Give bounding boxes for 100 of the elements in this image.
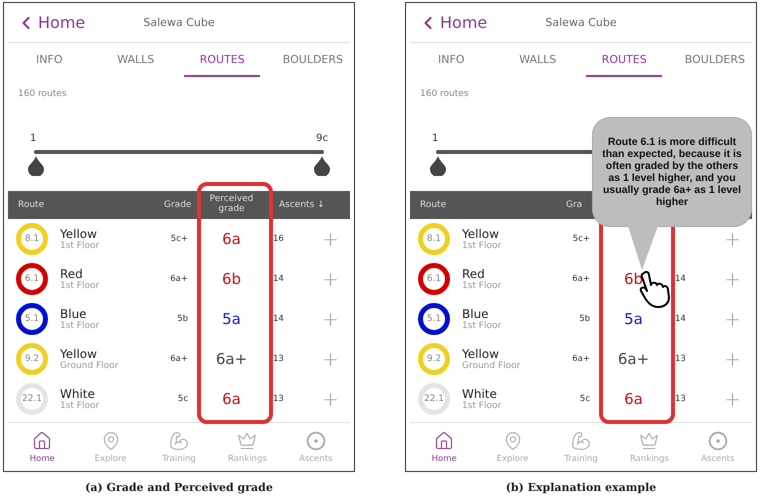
route-name: Yellow — [60, 347, 98, 361]
grade-value: 6a+ — [170, 354, 189, 364]
route-badge: 6.1 — [16, 263, 48, 295]
column-header: Gra — [566, 200, 584, 210]
route-floor: 1st Floor — [60, 241, 100, 251]
range-min-label: 1 — [30, 133, 36, 144]
slider-handle-icon[interactable] — [430, 156, 446, 176]
tab[interactable]: ROUTES — [184, 43, 260, 77]
sort-header[interactable]: Ascents ↓ — [277, 195, 327, 215]
tab[interactable]: INFO — [11, 43, 88, 77]
route-name: White — [462, 387, 498, 401]
route-floor: 1st Floor — [60, 401, 100, 411]
route-badge: 8.1 — [16, 223, 48, 255]
route-floor: 1st Floor — [462, 401, 502, 411]
add-button[interactable]: + — [720, 347, 745, 371]
slider-handle-icon[interactable] — [28, 156, 44, 176]
ascent-count: 14 — [272, 274, 284, 284]
grade-value: 6a+ — [572, 274, 591, 284]
route-name: Yellow — [462, 347, 500, 361]
route-floor: 1st Floor — [462, 241, 502, 251]
range-max-label: 9c — [316, 133, 328, 144]
home-icon — [434, 430, 454, 450]
ascent-count: 13 — [272, 394, 284, 404]
route-badge: 9.2 — [16, 343, 48, 375]
nav-item[interactable]: Ascents — [686, 430, 749, 464]
tab[interactable]: WALLS — [500, 43, 576, 77]
target-icon — [708, 430, 728, 450]
nav-item[interactable]: Home — [11, 430, 74, 464]
add-button[interactable]: + — [720, 267, 745, 291]
crown-icon — [639, 430, 660, 450]
grade-value: 6a+ — [170, 274, 189, 284]
grade-value: 5c — [580, 394, 591, 404]
figure-caption: (a) Grade and Perceived grade — [85, 481, 273, 494]
add-button[interactable]: + — [318, 387, 343, 411]
ascent-count: 14 — [272, 314, 284, 324]
ascent-count: 14 — [674, 274, 686, 284]
route-name: Blue — [60, 307, 88, 321]
nav-item[interactable]: Ascents — [284, 430, 347, 464]
grade-value: 5c+ — [572, 234, 591, 244]
column-header: Route — [17, 200, 44, 210]
ascent-count: 13 — [674, 394, 686, 404]
nav-item[interactable]: Rankings — [618, 430, 680, 464]
figure-caption: (b) Explanation example — [506, 481, 656, 494]
nav-item[interactable]: Rankings — [216, 430, 278, 464]
route-name: Red — [462, 267, 486, 281]
route-badge: 8.1 — [418, 223, 450, 255]
nav-item[interactable]: Home — [413, 430, 476, 464]
tooltip-pointer-icon — [628, 226, 658, 270]
range-min-label: 1 — [432, 133, 438, 144]
perceived-grade: 6a+ — [216, 350, 248, 368]
ascent-count: 16 — [272, 234, 284, 244]
back-button[interactable]: Home — [410, 12, 488, 32]
route-floor: 1st Floor — [462, 321, 502, 331]
route-name: Red — [60, 267, 84, 281]
add-button[interactable]: + — [318, 347, 343, 371]
flexed-arm-icon — [168, 430, 189, 450]
flexed-arm-icon — [570, 430, 591, 450]
route-floor: Ground Floor — [60, 361, 120, 371]
tab[interactable]: WALLS — [98, 43, 174, 77]
route-badge: 6.1 — [418, 263, 450, 295]
route-badge: 5.1 — [418, 303, 450, 335]
add-button[interactable]: + — [318, 307, 343, 331]
perceived-grade: 6a — [222, 390, 241, 408]
nav-item[interactable]: Training — [550, 430, 612, 464]
route-name: White — [60, 387, 96, 401]
tab[interactable]: INFO — [413, 43, 490, 77]
grade-value: 5b — [579, 314, 591, 324]
add-button[interactable]: + — [720, 307, 745, 331]
grade-value: 6a+ — [572, 354, 591, 364]
tab[interactable]: BOULDERS — [270, 43, 347, 77]
back-button[interactable]: Home — [8, 12, 86, 32]
add-button[interactable]: + — [318, 267, 343, 291]
route-badge: 5.1 — [16, 303, 48, 335]
perceived-grade: 5a — [222, 310, 241, 328]
nav-item[interactable]: Explore — [482, 430, 544, 464]
route-floor: 1st Floor — [60, 321, 100, 331]
slider-handle-icon[interactable] — [314, 156, 330, 176]
route-floor: Ground Floor — [462, 361, 522, 371]
perceived-grade: 6b — [222, 270, 242, 288]
column-header: Route — [419, 200, 446, 210]
perceived-grade: 6a+ — [618, 350, 650, 368]
nav-item[interactable]: Training — [148, 430, 210, 464]
perceived-grade: 6a — [624, 390, 643, 408]
add-button[interactable]: + — [720, 227, 745, 251]
grade-value: 5c+ — [170, 234, 189, 244]
ascent-count: 13 — [674, 354, 686, 364]
tab[interactable]: ROUTES — [586, 43, 662, 77]
route-name: Blue — [462, 307, 490, 321]
tab[interactable]: BOULDERS — [672, 43, 749, 77]
add-button[interactable]: + — [318, 227, 343, 251]
route-floor: 1st Floor — [60, 281, 100, 291]
column-header: Perceived grade — [208, 195, 254, 215]
add-button[interactable]: + — [720, 387, 745, 411]
tooltip: Route 6.1 is more difficult than expected, because it is often graded by the others as 1 level higher, and you usually grade 6a+ as 1 level higher — [592, 117, 752, 227]
perceived-grade: 6b — [624, 270, 644, 288]
route-count: 160 routes — [18, 89, 67, 99]
screen-title: Salewa Cube — [545, 16, 617, 29]
target-icon — [306, 430, 326, 450]
nav-item[interactable]: Explore — [80, 430, 142, 464]
perceived-grade: 6a — [222, 230, 241, 248]
